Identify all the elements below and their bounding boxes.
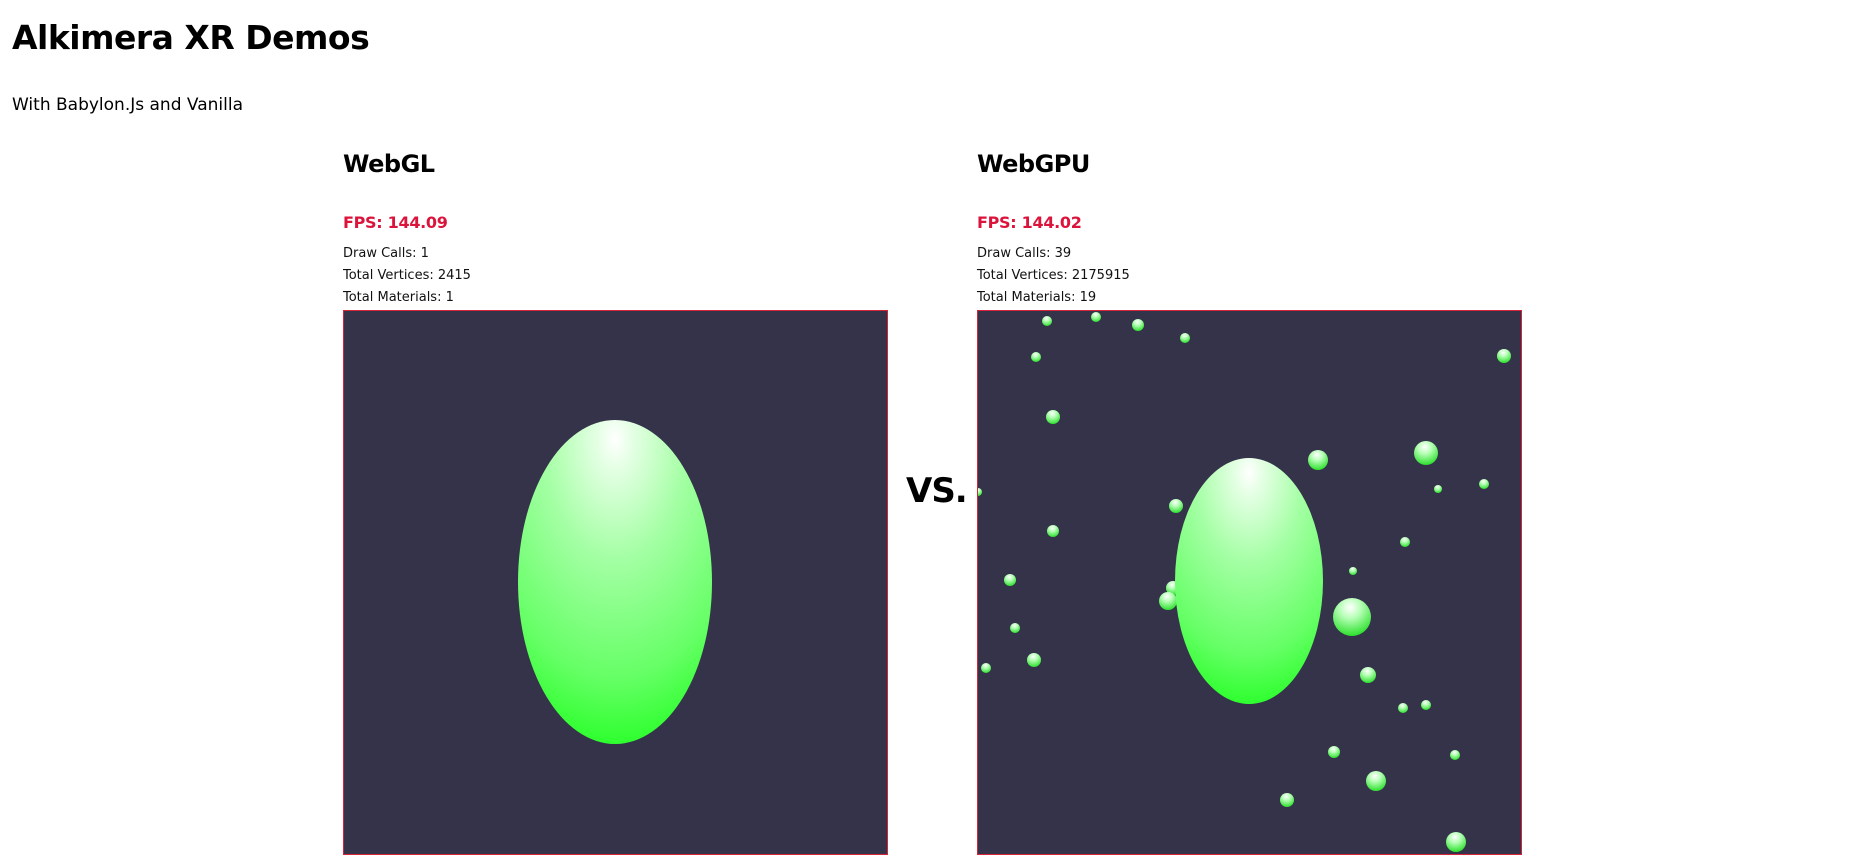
webgpu-scene xyxy=(978,312,1511,852)
webgl-total-materials: Total Materials: 1 xyxy=(343,290,454,305)
small-sphere xyxy=(1280,793,1294,807)
small-sphere xyxy=(1047,525,1059,537)
webgl-title: WebGL xyxy=(343,150,435,178)
webgpu-draw-calls: Draw Calls: 39 xyxy=(977,246,1072,261)
small-sphere xyxy=(1169,499,1183,513)
small-sphere xyxy=(1328,746,1340,758)
small-sphere xyxy=(1091,312,1101,322)
webgl-fps-counter: FPS: 144.09 xyxy=(343,213,448,232)
small-sphere xyxy=(1004,574,1016,586)
webgpu-panel: WebGPU FPS: 144.02 Draw Calls: 39 Total … xyxy=(977,150,1522,855)
webgl-scene xyxy=(518,420,712,744)
small-sphere xyxy=(981,663,991,673)
small-sphere xyxy=(1360,667,1376,683)
small-sphere xyxy=(1031,352,1041,362)
webgpu-fps-counter: FPS: 144.02 xyxy=(977,213,1082,232)
small-sphere xyxy=(1027,653,1041,667)
small-sphere xyxy=(1366,771,1386,791)
small-sphere xyxy=(1446,832,1466,852)
webgpu-canvas[interactable] xyxy=(977,310,1522,855)
small-sphere xyxy=(1159,592,1177,610)
small-sphere xyxy=(1450,750,1460,760)
page-subtitle: With Babylon.Js and Vanilla xyxy=(12,95,243,115)
versus-label: VS. xyxy=(906,471,968,511)
small-sphere xyxy=(1421,700,1431,710)
green-sphere xyxy=(518,420,712,744)
small-sphere xyxy=(978,488,982,496)
small-sphere xyxy=(1434,485,1442,493)
small-sphere xyxy=(1497,349,1511,363)
small-sphere xyxy=(1400,537,1410,547)
small-sphere xyxy=(1180,333,1190,343)
small-sphere xyxy=(1046,410,1060,424)
webgl-panel: WebGL FPS: 144.09 Draw Calls: 1 Total Ve… xyxy=(343,150,888,855)
small-sphere xyxy=(1308,450,1328,470)
small-sphere xyxy=(1479,479,1489,489)
small-sphere xyxy=(1042,316,1052,326)
webgpu-total-materials: Total Materials: 19 xyxy=(977,290,1097,305)
small-sphere xyxy=(1349,567,1357,575)
small-sphere xyxy=(1398,703,1408,713)
small-sphere xyxy=(1414,441,1438,465)
webgl-canvas[interactable] xyxy=(343,310,888,855)
webgl-total-vertices: Total Vertices: 2415 xyxy=(343,268,471,283)
green-sphere xyxy=(1175,458,1323,704)
page-title: Alkimera XR Demos xyxy=(12,18,370,57)
webgpu-total-vertices: Total Vertices: 2175915 xyxy=(977,268,1130,283)
small-sphere xyxy=(1132,319,1144,331)
small-sphere xyxy=(1333,598,1371,636)
small-sphere xyxy=(1010,623,1020,633)
webgpu-title: WebGPU xyxy=(977,150,1090,178)
webgl-draw-calls: Draw Calls: 1 xyxy=(343,246,429,261)
